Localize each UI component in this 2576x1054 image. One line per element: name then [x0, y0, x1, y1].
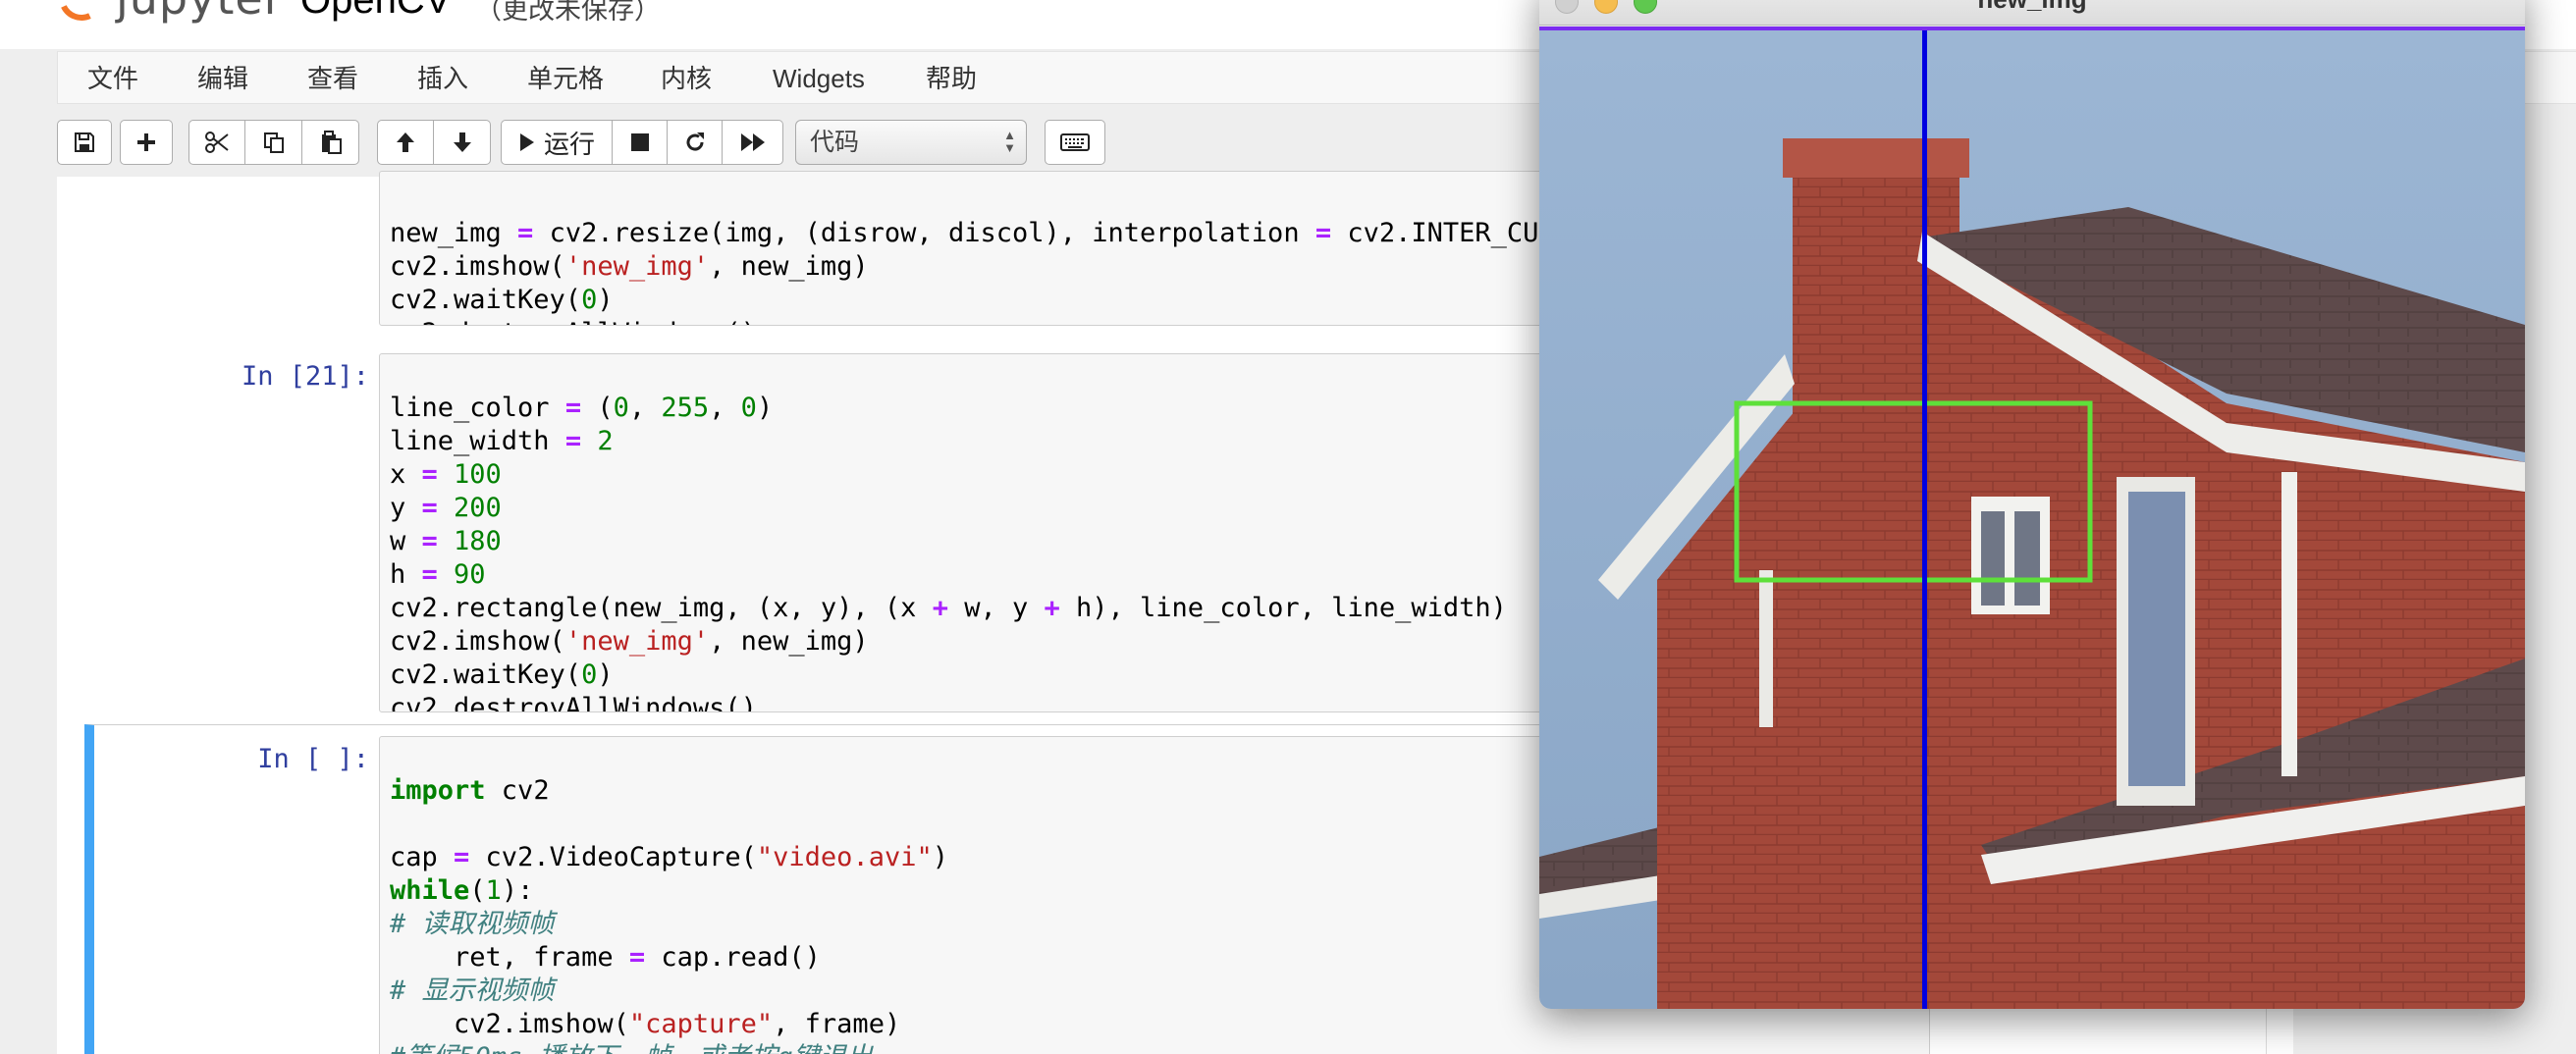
restart-button[interactable]: [668, 120, 723, 165]
cell-type-select[interactable]: 代码 ▲ ▼: [795, 120, 1027, 165]
window-titlebar[interactable]: new_img: [1539, 0, 2525, 26]
logo-text: jupyter: [116, 0, 284, 25]
drawn-vertical-line: [1922, 30, 1927, 1009]
copy-button[interactable]: [245, 120, 302, 165]
move-down-button[interactable]: [434, 120, 491, 165]
run-button[interactable]: 运行: [501, 120, 613, 165]
menu-insert[interactable]: 插入: [388, 52, 498, 105]
menu-file[interactable]: 文件: [58, 52, 168, 105]
upper-window-glass: [2014, 511, 2040, 606]
menu-edit[interactable]: 编辑: [168, 52, 278, 105]
copy-icon: [263, 132, 284, 153]
cell-type-value: 代码: [810, 129, 860, 156]
code-line: cv2.imshow("capture", frame): [390, 1009, 901, 1039]
chimney-cap: [1783, 138, 1969, 178]
notebook-name[interactable]: OpenCV: [300, 0, 451, 23]
play-icon: [519, 133, 534, 151]
door-glass: [2128, 492, 2185, 786]
paste-icon: [321, 131, 342, 154]
menu-cell[interactable]: 单元格: [498, 52, 633, 105]
plus-icon: [137, 133, 155, 151]
arrow-up-icon: [397, 132, 414, 152]
image-canvas[interactable]: [1539, 30, 2525, 1009]
command-palette-button[interactable]: [1045, 120, 1105, 165]
jupyter-logo[interactable]: jupyter: [52, 0, 284, 27]
cell-prompt: In [21]:: [241, 361, 369, 392]
paste-button[interactable]: [302, 120, 359, 165]
jupyter-logo-icon: [52, 0, 111, 27]
scissors-icon: [205, 132, 229, 153]
window-title: new_img: [1539, 0, 2525, 15]
menu-view[interactable]: 查看: [278, 52, 388, 105]
run-label: 运行: [543, 129, 595, 159]
downspout-left: [1759, 570, 1773, 727]
cell-prompt: In [ ]:: [257, 744, 369, 774]
select-arrows-icon: ▲ ▼: [1003, 128, 1016, 155]
menu-kernel[interactable]: 内核: [631, 52, 741, 105]
save-button[interactable]: [57, 120, 112, 165]
cut-button[interactable]: [188, 120, 245, 165]
interrupt-button[interactable]: [613, 120, 668, 165]
keyboard-icon: [1060, 133, 1090, 151]
insert-cell-button[interactable]: [120, 120, 173, 165]
menu-help[interactable]: 帮助: [896, 52, 1006, 105]
image-window[interactable]: new_img: [1539, 0, 2525, 1009]
fast-forward-icon: [740, 133, 765, 151]
save-icon: [75, 132, 94, 152]
downspout: [2281, 472, 2297, 776]
arrow-down-icon: [453, 132, 471, 152]
save-status: （更改未保存）: [475, 0, 661, 25]
menu-widgets[interactable]: Widgets: [743, 52, 894, 105]
restart-icon: [686, 132, 704, 151]
stop-icon: [630, 133, 649, 151]
code-line: #等候50ms,播放下一帧，或者按q键退出: [390, 1041, 1919, 1054]
upper-window-glass: [1981, 511, 2005, 606]
move-up-button[interactable]: [377, 120, 434, 165]
run-all-button[interactable]: [723, 120, 783, 165]
